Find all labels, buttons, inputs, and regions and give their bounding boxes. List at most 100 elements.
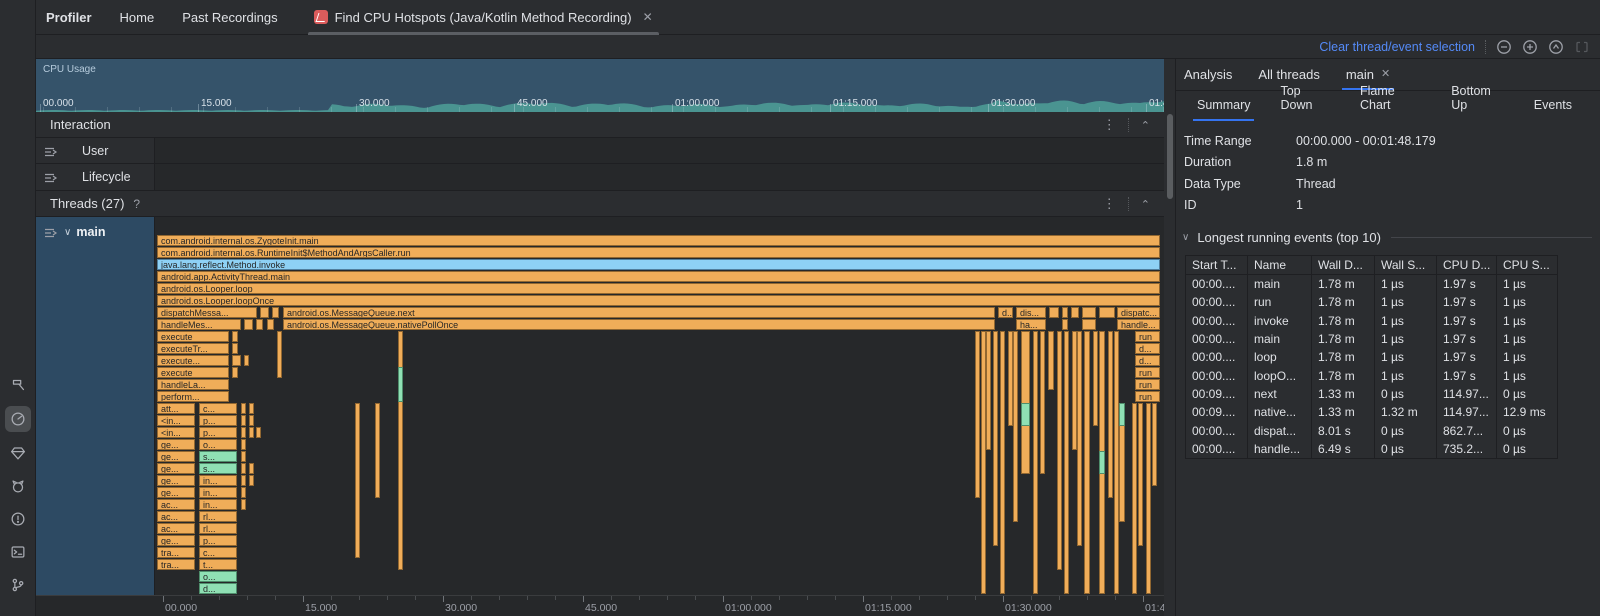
flame-node[interactable] <box>272 307 279 318</box>
longest-events-header[interactable]: ∨ Longest running events (top 10) <box>1182 230 1592 245</box>
subtab-events[interactable]: Events <box>1532 98 1574 121</box>
flame-node[interactable] <box>1057 331 1062 570</box>
flame-node[interactable] <box>241 415 246 426</box>
flame-node[interactable]: execute <box>157 331 229 342</box>
flame-node[interactable]: ge... <box>157 487 195 498</box>
flame-node[interactable] <box>1093 331 1098 426</box>
scrollbar-thumb[interactable] <box>1167 114 1173 199</box>
table-row[interactable]: 00:00....invoke1.78 m1 µs1.97 s1 µs <box>1186 312 1557 330</box>
flame-node[interactable]: android.os.Looper.loop <box>157 283 1160 294</box>
flame-node[interactable]: d... <box>199 583 237 594</box>
flame-node[interactable]: o... <box>199 571 237 582</box>
main-thread-label-column[interactable]: ∨ main <box>36 217 155 595</box>
subtab-top-down[interactable]: Top Down <box>1278 84 1331 121</box>
flame-node[interactable]: android.os.Looper.loopOnce <box>157 295 1160 306</box>
flame-node[interactable] <box>232 367 238 378</box>
flame-node[interactable] <box>249 463 254 474</box>
flame-node[interactable] <box>1099 307 1115 318</box>
column-header[interactable]: Start T... <box>1186 256 1248 274</box>
terminal-icon[interactable] <box>5 539 31 565</box>
flame-node[interactable] <box>241 427 246 438</box>
flame-node[interactable] <box>1082 307 1096 318</box>
flame-node[interactable]: <in... <box>157 427 195 438</box>
build-icon[interactable] <box>5 372 31 398</box>
threads-collapse-icon[interactable]: ⌃ <box>1141 198 1150 211</box>
flame-node[interactable] <box>1108 331 1113 498</box>
flame-node[interactable]: rl... <box>199 523 237 534</box>
lifecycle-events-track[interactable]: Lifecycle <box>36 164 1164 191</box>
column-header[interactable]: Wall D... <box>1312 256 1375 274</box>
flame-node[interactable] <box>244 355 249 366</box>
time-axis[interactable]: 00.00015.00030.00045.00001:00.00001:15.0… <box>36 595 1164 616</box>
flame-node[interactable] <box>1138 403 1143 546</box>
flame-node[interactable] <box>1013 331 1018 522</box>
flame-node[interactable] <box>1082 319 1096 330</box>
flame-node[interactable] <box>232 343 238 354</box>
flame-node[interactable] <box>1077 331 1082 546</box>
flame-node[interactable] <box>241 439 246 450</box>
column-header[interactable]: Wall S... <box>1375 256 1437 274</box>
flame-node[interactable]: java.lang.reflect.Method.invoke <box>157 259 1160 270</box>
flame-node[interactable]: run <box>1135 331 1160 342</box>
flame-node[interactable]: p... <box>199 535 237 546</box>
interaction-section-header[interactable]: Interaction ⋮ ⌃ <box>36 112 1164 138</box>
flame-node[interactable] <box>986 331 991 450</box>
flame-node[interactable] <box>1048 331 1054 390</box>
flame-node[interactable] <box>256 427 261 438</box>
flame-node[interactable] <box>975 331 980 498</box>
flame-node[interactable] <box>249 403 254 414</box>
user-events-track[interactable]: User <box>36 138 1164 164</box>
vertical-scrollbar[interactable] <box>1164 59 1176 616</box>
flame-node[interactable] <box>1049 307 1059 318</box>
clear-selection-link[interactable]: Clear thread/event selection <box>1319 40 1475 54</box>
flame-node[interactable] <box>232 355 241 366</box>
flame-node[interactable] <box>249 475 254 486</box>
flame-node[interactable] <box>241 475 246 486</box>
flame-node[interactable] <box>398 367 403 402</box>
flame-node[interactable] <box>1040 331 1045 474</box>
cpu-usage-track[interactable]: CPU Usage 00.00015.00030.00045.00001:00.… <box>36 59 1164 112</box>
flame-node[interactable] <box>244 319 253 330</box>
flame-node[interactable] <box>256 319 263 330</box>
flame-node[interactable]: ac... <box>157 499 195 510</box>
flame-node[interactable]: ge... <box>157 475 195 486</box>
flame-node[interactable] <box>1062 319 1068 330</box>
subtab-bottom-up[interactable]: Bottom Up <box>1449 84 1506 121</box>
logcat-icon[interactable] <box>5 473 31 499</box>
flame-node[interactable] <box>241 499 246 510</box>
flame-node[interactable]: run <box>1135 367 1160 378</box>
column-header[interactable]: Name <box>1248 256 1312 274</box>
flame-node[interactable] <box>232 331 238 342</box>
flame-node[interactable] <box>1119 403 1125 426</box>
interaction-menu-icon[interactable]: ⋮ <box>1103 117 1116 133</box>
flame-node[interactable]: p... <box>199 427 237 438</box>
flame-node[interactable] <box>260 307 269 318</box>
lifecycle-events-track-area[interactable] <box>155 164 1164 190</box>
flame-node[interactable]: android.os.MessageQueue.next <box>283 307 995 318</box>
flame-node[interactable]: execute... <box>157 355 229 366</box>
version-control-icon[interactable] <box>5 572 31 598</box>
table-row[interactable]: 00:00....loopO...1.78 m1 µs1.97 s1 µs <box>1186 366 1557 384</box>
flame-node[interactable]: o... <box>199 439 237 450</box>
flame-node[interactable] <box>1071 307 1079 318</box>
flame-node[interactable] <box>241 487 246 498</box>
flame-node[interactable]: dis... <box>1016 307 1046 318</box>
flame-node[interactable]: ac... <box>157 511 195 522</box>
flame-node[interactable]: s... <box>199 451 237 462</box>
flame-node[interactable] <box>375 403 380 498</box>
subtab-summary[interactable]: Summary <box>1195 98 1252 121</box>
flame-node[interactable]: dispatc... <box>1117 307 1160 318</box>
flame-node[interactable] <box>1000 331 1005 594</box>
user-events-track-area[interactable] <box>155 138 1164 163</box>
flame-node[interactable] <box>1064 331 1069 594</box>
flame-node[interactable] <box>1152 403 1157 486</box>
flame-node[interactable]: android.os.MessageQueue.nativePollOnce <box>283 319 995 330</box>
table-row[interactable]: 00:00....loop1.78 m1 µs1.97 s1 µs <box>1186 348 1557 366</box>
threads-menu-icon[interactable]: ⋮ <box>1103 196 1116 212</box>
flame-node[interactable] <box>249 415 254 426</box>
flame-node[interactable]: dispatchMessa... <box>157 307 257 318</box>
reset-zoom-icon[interactable] <box>1548 39 1564 55</box>
zoom-out-icon[interactable] <box>1496 39 1512 55</box>
flame-node[interactable]: ge... <box>157 463 195 474</box>
flame-node[interactable]: handle... <box>1117 319 1160 330</box>
